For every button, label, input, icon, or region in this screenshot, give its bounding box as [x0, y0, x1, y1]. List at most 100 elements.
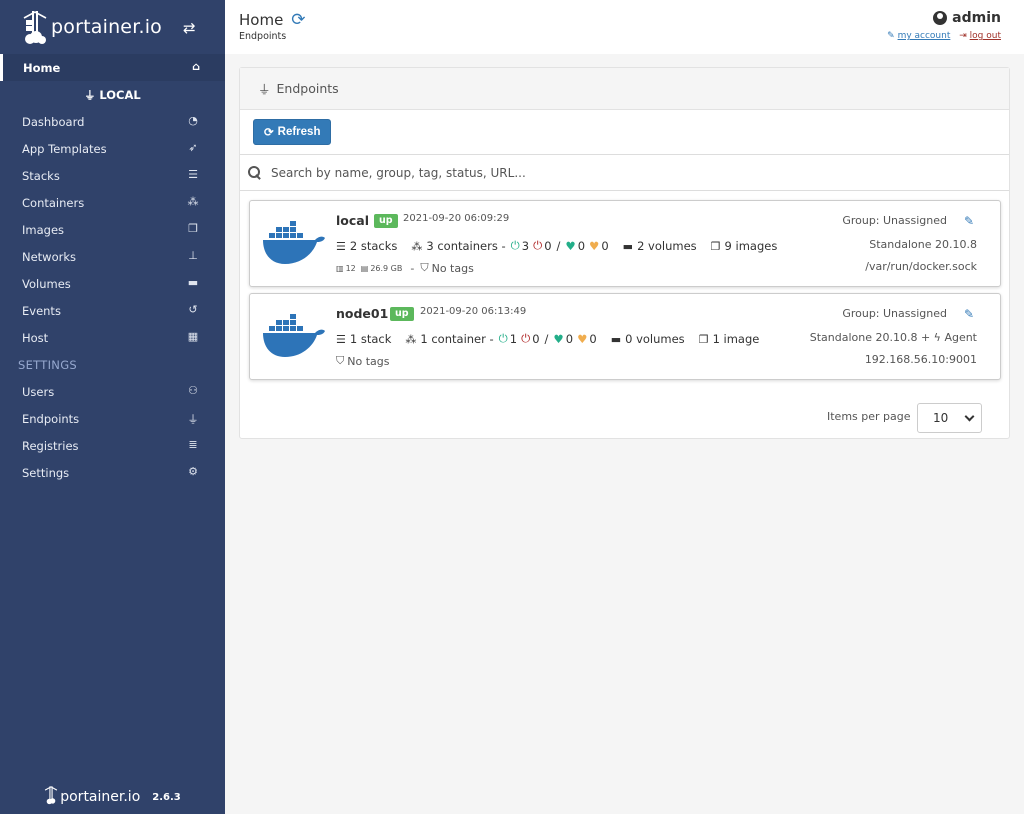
- docker-logo-icon: [263, 221, 325, 264]
- images-label: 1 image: [712, 331, 760, 346]
- endpoint-type: Standalone 20.10.8: [869, 238, 977, 251]
- cpu-icon: ▥: [336, 263, 344, 273]
- my-account-link[interactable]: my account: [898, 31, 951, 41]
- endpoint-meta: ⛉ No tags: [336, 354, 389, 368]
- endpoint-group: Group: Unassigned: [842, 307, 947, 320]
- sidebar-item-label: Dashboard: [22, 114, 85, 129]
- sidebar-item-events[interactable]: Events ↺: [0, 297, 225, 324]
- user-circle-icon: [933, 11, 948, 25]
- refresh-button-label: Refresh: [277, 126, 321, 138]
- refresh-icon: ⟳: [264, 127, 274, 139]
- th-list-icon: ☰: [336, 332, 346, 346]
- unhealthy-count: 0: [601, 238, 609, 253]
- sitemap-icon: ⊥: [188, 249, 198, 262]
- footer-brand: portainer.io: [60, 789, 141, 805]
- volumes-label: 0 volumes: [625, 331, 685, 346]
- power-off-icon: ⏻: [521, 331, 531, 345]
- endpoint-name: local: [336, 213, 370, 228]
- images-count: ❐ 1 image: [699, 332, 760, 346]
- clone-icon: ❐: [188, 222, 198, 235]
- cubes-icon: ⁂: [411, 239, 423, 253]
- memory-size: 26.9 GB: [370, 263, 403, 273]
- th-list-icon: ☰: [336, 239, 346, 253]
- sidebar-item-containers[interactable]: Containers ⁂: [0, 189, 225, 216]
- cpu-count: 12: [345, 263, 356, 273]
- stacks-label: 2 stacks: [349, 238, 398, 253]
- power-on-icon: ⏻: [510, 238, 520, 252]
- agent-label: Agent: [944, 331, 977, 344]
- cubes-icon: ⁂: [405, 332, 417, 346]
- endpoint-group: Group: Unassigned: [842, 214, 947, 227]
- sidebar-item-host[interactable]: Host ▦: [0, 324, 225, 351]
- user-info: admin: [933, 10, 1001, 26]
- edit-pencil-icon[interactable]: ✎: [964, 307, 974, 321]
- items-per-page-label: Items per page: [827, 410, 911, 423]
- sidebar-item-label: Networks: [22, 249, 77, 264]
- search-bar: [240, 155, 1009, 191]
- healthy-count: 0: [577, 238, 586, 253]
- volumes-label: 2 volumes: [637, 238, 697, 253]
- power-on-icon: ⏻: [498, 331, 508, 345]
- separator: /: [544, 331, 549, 346]
- images-count: ❐ 9 images: [711, 239, 778, 253]
- endpoint-card-local[interactable]: local up 2021-09-20 06:09:29 ☰ 2 stacks ⁂…: [249, 200, 1001, 287]
- search-icon: [248, 166, 261, 179]
- portainer-logo-icon[interactable]: [22, 9, 48, 45]
- chevron-down-icon: [964, 411, 975, 422]
- clone-icon: ❐: [710, 239, 721, 253]
- log-out-link[interactable]: log out: [970, 31, 1001, 41]
- endpoint-type: Standalone 20.10.8 + ϟ Agent: [810, 331, 977, 344]
- sidebar-item-volumes[interactable]: Volumes ▬: [0, 270, 225, 297]
- sidebar-toggle-icon[interactable]: ⇄: [183, 19, 196, 37]
- stopped-count: 0: [544, 238, 552, 253]
- healthy-count: 0: [565, 331, 574, 346]
- sidebar-item-networks[interactable]: Networks ⊥: [0, 243, 225, 270]
- brand-name[interactable]: portainer.io: [51, 16, 162, 38]
- sidebar-item-users[interactable]: Users ⚇: [0, 378, 225, 405]
- items-per-page-select[interactable]: 10: [917, 403, 982, 433]
- header: Home ⟳ Endpoints admin ✎ my account ⇥ lo…: [225, 0, 1024, 54]
- sidebar-item-endpoints[interactable]: Endpoints ⏚: [0, 405, 225, 432]
- tags-label: No tags: [347, 354, 390, 368]
- edit-pencil-icon[interactable]: ✎: [964, 214, 974, 228]
- sidebar-item-stacks[interactable]: Stacks ☰: [0, 162, 225, 189]
- settings-section-title: SETTINGS: [18, 357, 78, 372]
- endpoint-card-node01[interactable]: node01 up 2021-09-20 06:13:49 ☰ 1 stack ⁂…: [249, 293, 1001, 380]
- stacks-count: ☰ 2 stacks: [336, 239, 397, 253]
- sidebar-item-home[interactable]: Home ⌂: [0, 54, 225, 81]
- plug-icon: ⏚: [187, 413, 199, 426]
- sidebar-item-settings[interactable]: Settings ⚙: [0, 459, 225, 486]
- search-input[interactable]: [271, 165, 971, 180]
- sidebar: portainer.io ⇄ Home ⌂ ⏚ LOCAL Dashboard …: [0, 0, 225, 814]
- status-badge: up: [390, 307, 414, 321]
- sidebar-item-app-templates[interactable]: App Templates ➶: [0, 135, 225, 162]
- portainer-small-logo-icon: [44, 784, 58, 810]
- home-icon: ⌂: [192, 60, 200, 73]
- tags-icon: ⛉: [336, 354, 345, 367]
- endpoint-stats: ☰ 2 stacks ⁂ 3 containers - ⏻ 3 ⏻ 0 / ♥ 0 ♥ 0 …: [336, 238, 791, 253]
- heartbeat-icon: ♥: [565, 238, 576, 253]
- sidebar-item-dashboard[interactable]: Dashboard ◔: [0, 108, 225, 135]
- th-icon: ▦: [187, 330, 199, 343]
- wrench-icon: ✎: [887, 31, 895, 41]
- page-title-text: Home: [239, 11, 284, 29]
- heartbeat-unhealthy-icon: ♥: [577, 331, 588, 346]
- database-icon: ≣: [188, 438, 198, 451]
- plug-icon: ⏚: [258, 82, 271, 97]
- sidebar-item-images[interactable]: Images ❐: [0, 216, 225, 243]
- users-icon: ⚇: [188, 384, 198, 397]
- rocket-icon: ➶: [188, 141, 198, 154]
- sidebar-item-label: Events: [22, 303, 61, 318]
- stacks-label: 1 stack: [349, 331, 392, 346]
- endpoint-stats: ☰ 1 stack ⁂ 1 container - ⏻ 1 ⏻ 0 / ♥ 0 ♥ 0 ▬ 0…: [336, 331, 773, 346]
- refresh-button[interactable]: ⟳ Refresh: [253, 119, 332, 145]
- refresh-icon[interactable]: ⟳: [291, 10, 305, 30]
- sidebar-item-registries[interactable]: Registries ≣: [0, 432, 225, 459]
- endpoint-timestamp: 2021-09-20 06:09:29: [403, 213, 510, 224]
- sidebar-item-label: Containers: [22, 195, 85, 210]
- stopped-count: 0: [532, 331, 540, 346]
- unhealthy-count: 0: [589, 331, 597, 346]
- endpoint-url: 192.168.56.10:9001: [864, 353, 977, 366]
- endpoint-name: LOCAL: [99, 87, 141, 102]
- sidebar-item-label: Stacks: [22, 168, 60, 183]
